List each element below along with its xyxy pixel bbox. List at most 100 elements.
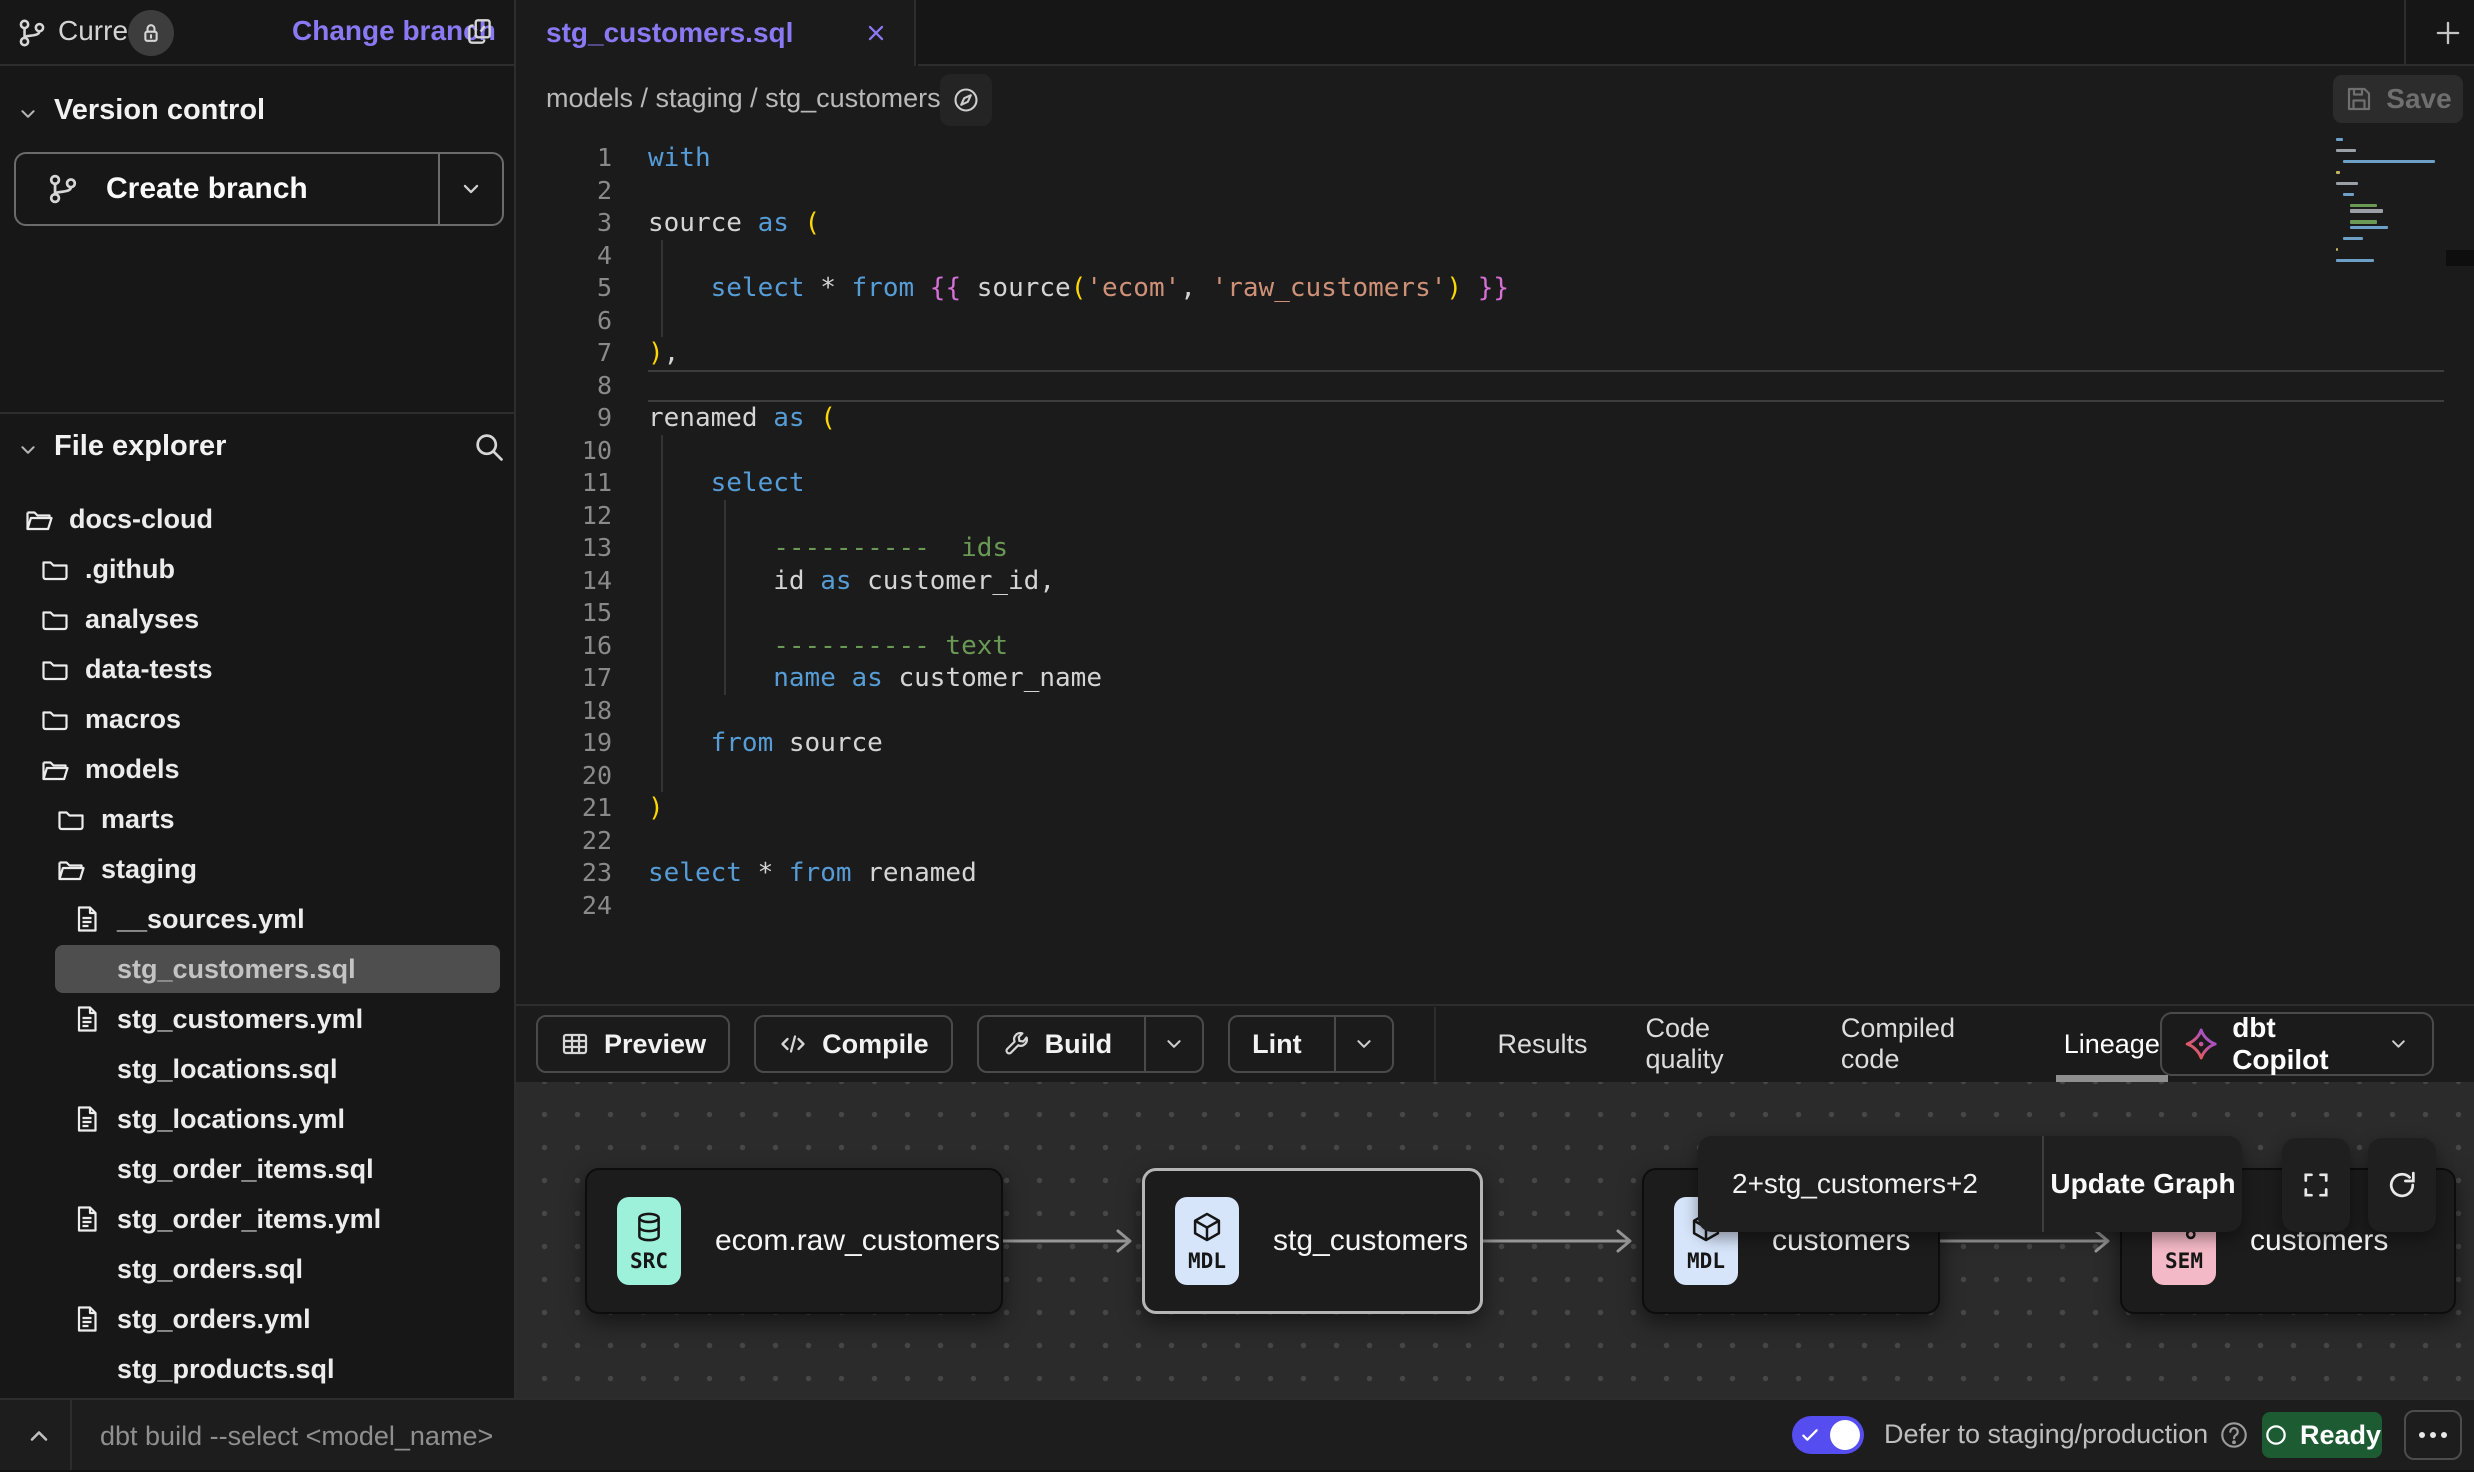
code-line-5: select * from {{ source('ecom', 'raw_cus… (648, 272, 2334, 305)
code-line-20 (648, 760, 2334, 793)
file-explorer-header[interactable]: File explorer (0, 428, 514, 472)
panel-tab-lineage[interactable]: Lineage (2064, 1006, 2160, 1082)
tree-item-macros[interactable]: macros (0, 694, 514, 744)
panel-tab-code-quality[interactable]: Code quality (1646, 1006, 1783, 1082)
close-icon[interactable] (862, 19, 890, 47)
tree-item-stg_products.sql[interactable]: stg_products.sql (0, 1344, 514, 1394)
tree-item-data-tests[interactable]: data-tests (0, 644, 514, 694)
tree-item-__sources.yml[interactable]: __sources.yml (0, 894, 514, 944)
code-line-13: ---------- ids (648, 532, 2334, 565)
tree-item-models[interactable]: models (0, 744, 514, 794)
tree-item-docs-cloud[interactable]: docs-cloud (0, 494, 514, 544)
lineage-panel: SRCecom.raw_customers MDLstg_customersMDL… (516, 1082, 2474, 1398)
section-divider (0, 412, 514, 414)
tree-item-stg_locations.yml[interactable]: stg_locations.yml (0, 1094, 514, 1144)
defer-toggle[interactable] (1792, 1416, 1864, 1454)
tree-item-stg_locations.sql[interactable]: stg_locations.sql (0, 1044, 514, 1094)
new-tab-button[interactable] (2422, 0, 2474, 66)
fullscreen-icon (2299, 1168, 2333, 1202)
preview-button[interactable]: Preview (536, 1015, 730, 1073)
dbt-copilot-button[interactable]: dbt Copilot (2160, 1012, 2434, 1076)
tree-item-label: stg_orders.yml (117, 1304, 311, 1335)
lineage-refresh-button[interactable] (2368, 1138, 2436, 1232)
lineage-node-src-ecom.raw_customers[interactable]: SRCecom.raw_customers (585, 1168, 1003, 1314)
compile-label: Compile (822, 1029, 929, 1060)
more-options-button[interactable] (2404, 1410, 2462, 1460)
tree-item-label: stg_locations.sql (117, 1054, 338, 1085)
tab-title: stg_customers.sql (546, 17, 793, 49)
chevron-up-icon[interactable] (24, 1421, 54, 1451)
tab-stg-customers[interactable]: stg_customers.sql (516, 0, 916, 66)
status-circle-icon (2263, 1422, 2289, 1448)
code-line-10 (648, 435, 2334, 468)
version-control-header[interactable]: Version control (0, 92, 514, 136)
help-icon[interactable] (2218, 1419, 2250, 1451)
ready-status-badge[interactable]: Ready (2262, 1412, 2382, 1458)
tree-item-stg_order_items.sql[interactable]: stg_order_items.sql (0, 1144, 514, 1194)
save-button[interactable]: Save (2333, 75, 2463, 123)
lineage-fullscreen-button[interactable] (2282, 1138, 2350, 1232)
code-icon (778, 1029, 808, 1059)
search-icon[interactable] (472, 430, 506, 464)
compass-icon (951, 85, 981, 115)
editor-toolbar: Preview Compile Build Lint Results Code q… (516, 1004, 2474, 1082)
table-icon (560, 1029, 590, 1059)
tree-item-stg_order_items.yml[interactable]: stg_order_items.yml (0, 1194, 514, 1244)
tree-item-stg_customers.sql[interactable]: stg_customers.sql (0, 944, 514, 994)
panel-tab-results[interactable]: Results (1498, 1006, 1588, 1082)
code-line-23: select * from renamed (648, 857, 2334, 890)
scrollbar-notch[interactable] (2446, 250, 2474, 266)
statusbar-divider (70, 1400, 72, 1470)
node-type-badge: SRC (617, 1197, 681, 1285)
tree-item-marts[interactable]: marts (0, 794, 514, 844)
preview-label: Preview (604, 1029, 706, 1060)
copilot-compass-button[interactable] (940, 74, 992, 126)
copy-branch-icon[interactable] (464, 16, 496, 48)
compile-button[interactable]: Compile (754, 1015, 953, 1073)
code-line-12 (648, 500, 2334, 533)
create-branch-button[interactable]: Create branch (14, 152, 504, 226)
tree-item-stg_orders.yml[interactable]: stg_orders.yml (0, 1294, 514, 1344)
tree-item-label: stg_orders.sql (117, 1254, 303, 1285)
file-explorer-title: File explorer (54, 430, 226, 463)
minimap[interactable] (2336, 138, 2440, 270)
panel-tab-compiled-code[interactable]: Compiled code (1841, 1006, 2006, 1082)
toolbar-divider (1434, 1007, 1436, 1081)
create-branch-dropdown[interactable] (438, 154, 502, 224)
chevron-down-icon (458, 176, 484, 202)
code-editor[interactable]: 123456789101112131415161718192021222324 … (516, 132, 2474, 1004)
lint-dropdown[interactable] (1334, 1017, 1376, 1071)
lint-label: Lint (1252, 1029, 1301, 1060)
line-numbers: 123456789101112131415161718192021222324 (516, 142, 648, 922)
node-badge-label: MDL (1188, 1249, 1226, 1273)
lint-button[interactable]: Lint (1228, 1015, 1393, 1073)
tree-item-label: analyses (85, 604, 199, 635)
build-button[interactable]: Build (977, 1015, 1205, 1073)
build-dropdown[interactable] (1144, 1017, 1186, 1071)
tree-item-stg_customers.yml[interactable]: stg_customers.yml (0, 994, 514, 1044)
code-line-4 (648, 240, 2334, 273)
tree-item-label: .github (85, 554, 175, 585)
dbt-copilot-icon (2184, 1026, 2218, 1062)
tree-item-stg_orders.sql[interactable]: stg_orders.sql (0, 1244, 514, 1294)
node-badge-label: SEM (2165, 1249, 2203, 1273)
tree-item-label: __sources.yml (117, 904, 305, 935)
code-content[interactable]: withsource as ( select * from {{ source(… (648, 142, 2334, 922)
tree-item-.github[interactable]: .github (0, 544, 514, 594)
code-line-15 (648, 597, 2334, 630)
tree-item-staging[interactable]: staging (0, 844, 514, 894)
code-line-17: name as customer_name (648, 662, 2334, 695)
lineage-selector-input[interactable] (1698, 1136, 2042, 1232)
update-graph-button[interactable]: Update Graph (2044, 1136, 2242, 1232)
lineage-node-mdl-stg_customers[interactable]: MDLstg_customers (1142, 1168, 1483, 1314)
breadcrumb-row: models / staging / stg_customers.sql Sav… (516, 66, 2474, 132)
dbt-cloud-ide: Current Change branch Version control Cr… (0, 0, 2474, 1470)
command-input[interactable] (98, 1400, 1002, 1472)
code-line-3: source as ( (648, 207, 2334, 240)
wrench-icon (1001, 1029, 1031, 1059)
code-line-18 (648, 695, 2334, 728)
tree-item-label: stg_customers.sql (117, 954, 356, 985)
check-icon (1800, 1425, 1820, 1445)
chevron-down-icon (16, 102, 40, 126)
tree-item-analyses[interactable]: analyses (0, 594, 514, 644)
